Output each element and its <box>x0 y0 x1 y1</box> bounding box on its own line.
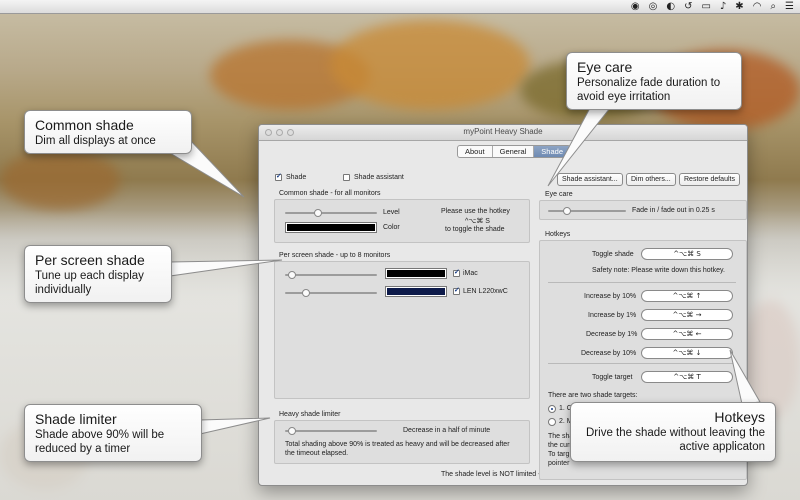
limiter-slider-label: Decrease in a half of minute <box>403 427 491 434</box>
restore-defaults-button[interactable]: Restore defaults <box>679 173 740 186</box>
monitor-level-slider[interactable] <box>285 271 377 279</box>
callout-title: Per screen shade <box>35 252 145 268</box>
limiter-callout: Shade limiter Shade above 90% will be re… <box>24 404 202 462</box>
shade-checkbox[interactable] <box>275 172 282 181</box>
callout-description: Personalize fade duration to avoid eye i… <box>577 77 721 103</box>
wifi-icon[interactable]: ◠ <box>753 1 762 13</box>
bluetooth-icon[interactable]: ✱ <box>735 1 743 13</box>
divider <box>548 363 736 364</box>
history-icon[interactable]: ↺ <box>684 1 692 13</box>
divider <box>548 282 736 283</box>
common-shade-title: Common shade - for all monitors <box>279 190 381 197</box>
hotkey-note-line1: Please use the hotkey <box>441 208 510 215</box>
hotkeys-title: Hotkeys <box>545 231 571 238</box>
tab-about[interactable]: About <box>458 146 493 157</box>
limiter-slider[interactable] <box>285 427 377 435</box>
monitor-color-well[interactable] <box>385 268 447 279</box>
foliage-decoration <box>0 150 120 210</box>
display-icon[interactable]: ▭ <box>701 1 710 13</box>
monitor-color-well[interactable] <box>385 286 447 297</box>
common-level-slider-knob[interactable] <box>314 209 322 217</box>
title-bar[interactable]: myPoint Heavy Shade <box>259 125 747 141</box>
hotkeys-callout: Hotkeys Drive the shade without leaving … <box>570 402 776 462</box>
increase-1-label: Increase by 1% <box>588 312 637 319</box>
decrease-10-hotkey-field[interactable]: ^⌥⌘ ↓ <box>641 347 733 359</box>
toggle-target-hotkey-field[interactable]: ^⌥⌘ T <box>641 371 733 383</box>
toggle-target-label: Toggle target <box>592 374 633 381</box>
shade-assistant-button[interactable]: Shade assistant... <box>557 173 623 186</box>
decrease-1-label: Decrease by 1% <box>586 331 638 338</box>
common-color-well[interactable] <box>285 222 377 233</box>
hotkey-note-line3: to toggle the shade <box>445 226 505 233</box>
increase-1-hotkey-field[interactable]: ^⌥⌘ → <box>641 309 733 321</box>
eye-care-callout: Eye care Personalize fade duration to av… <box>566 52 742 110</box>
callout-title: Hotkeys <box>714 409 765 425</box>
callout-title: Common shade <box>35 117 134 133</box>
increase-10-label: Increase by 10% <box>584 293 637 300</box>
shade-checkbox-label: Shade <box>286 174 307 181</box>
monitor-name: LEN L220xwC <box>463 288 508 295</box>
callout-description: Dim all displays at once <box>35 135 156 147</box>
monitor-name: iMac <box>463 270 478 277</box>
fade-duration-slider-knob[interactable] <box>563 207 571 215</box>
foliage-decoration <box>330 20 530 110</box>
safety-note: Safety note: Please write down this hotk… <box>592 267 725 274</box>
shade-icon[interactable]: ◐ <box>666 1 675 13</box>
common-shade-callout: Common shade Dim all displays at once <box>24 110 192 154</box>
limiter-title: Heavy shade limiter <box>279 411 341 418</box>
common-level-slider[interactable] <box>285 209 377 217</box>
eye-care-title: Eye care <box>545 191 573 198</box>
tab-bar: About General Shade <box>457 145 571 158</box>
callout-title: Shade limiter <box>35 411 117 427</box>
color-label: Color <box>383 224 400 231</box>
volume-icon[interactable]: ♪ <box>720 1 726 13</box>
monitor-level-slider-knob[interactable] <box>288 271 296 279</box>
shade-assistant-label: Shade assistant <box>354 174 404 181</box>
toggle-shade-hotkey-field[interactable]: ^⌥⌘ S <box>641 248 733 260</box>
target-1-radio[interactable] <box>548 405 556 413</box>
callout-title: Eye care <box>577 59 633 75</box>
dim-others-button[interactable]: Dim others... <box>626 173 676 186</box>
common-shade-group: Level Color Please use the hotkey ^⌥⌘ S … <box>274 199 530 243</box>
tab-general[interactable]: General <box>493 146 535 157</box>
target-2-radio[interactable] <box>548 418 556 426</box>
limiter-slider-knob[interactable] <box>288 427 296 435</box>
window-title: myPoint Heavy Shade <box>463 127 543 136</box>
fade-duration-slider[interactable] <box>548 207 626 215</box>
limiter-group: Decrease in a half of minute Total shadi… <box>274 420 530 464</box>
fade-duration-label: Fade in / fade out in 0.25 s <box>632 207 715 214</box>
menu-bar: ◉ ◎ ◐ ↺ ▭ ♪ ✱ ◠ ⌕ ☰ <box>0 0 800 14</box>
spotlight-icon[interactable]: ⌕ <box>770 1 776 13</box>
callout-description: Shade above 90% will be reduced by a tim… <box>35 429 165 455</box>
target-icon[interactable]: ◎ <box>649 1 658 13</box>
monitor-level-slider[interactable] <box>285 289 377 297</box>
per-screen-title: Per screen shade - up to 8 monitors <box>279 252 391 259</box>
per-screen-group: iMac LEN L220xwC <box>274 261 530 399</box>
menu-list-icon[interactable]: ☰ <box>785 1 794 13</box>
callout-description: Drive the shade without leaving the acti… <box>586 427 765 453</box>
shade-assistant-checkbox[interactable] <box>343 174 350 181</box>
limiter-note: Total shading above 90% is treated as he… <box>285 441 510 457</box>
target-help-line: the curr <box>548 442 572 449</box>
record-icon[interactable]: ◉ <box>631 1 640 13</box>
monitor-checkbox[interactable] <box>453 268 460 277</box>
hotkey-note-line2: ^⌥⌘ S <box>465 218 490 225</box>
per-screen-callout: Per screen shade Tune up each display in… <box>24 245 172 303</box>
toggle-shade-label: Toggle shade <box>592 251 634 258</box>
eye-care-group: Fade in / fade out in 0.25 s <box>539 200 747 220</box>
monitor-checkbox[interactable] <box>453 286 460 295</box>
target-help-line: pointer <box>548 460 570 467</box>
decrease-1-hotkey-field[interactable]: ^⌥⌘ ← <box>641 328 733 340</box>
increase-10-hotkey-field[interactable]: ^⌥⌘ ↑ <box>641 290 733 302</box>
tab-shade[interactable]: Shade <box>534 146 570 157</box>
targets-text: There are two shade targets: <box>548 392 638 399</box>
level-label: Level <box>383 209 400 216</box>
monitor-level-slider-knob[interactable] <box>302 289 310 297</box>
decrease-10-label: Decrease by 10% <box>581 350 637 357</box>
target-help-line: To targ <box>548 451 570 458</box>
callout-description: Tune up each display individually <box>35 270 144 296</box>
